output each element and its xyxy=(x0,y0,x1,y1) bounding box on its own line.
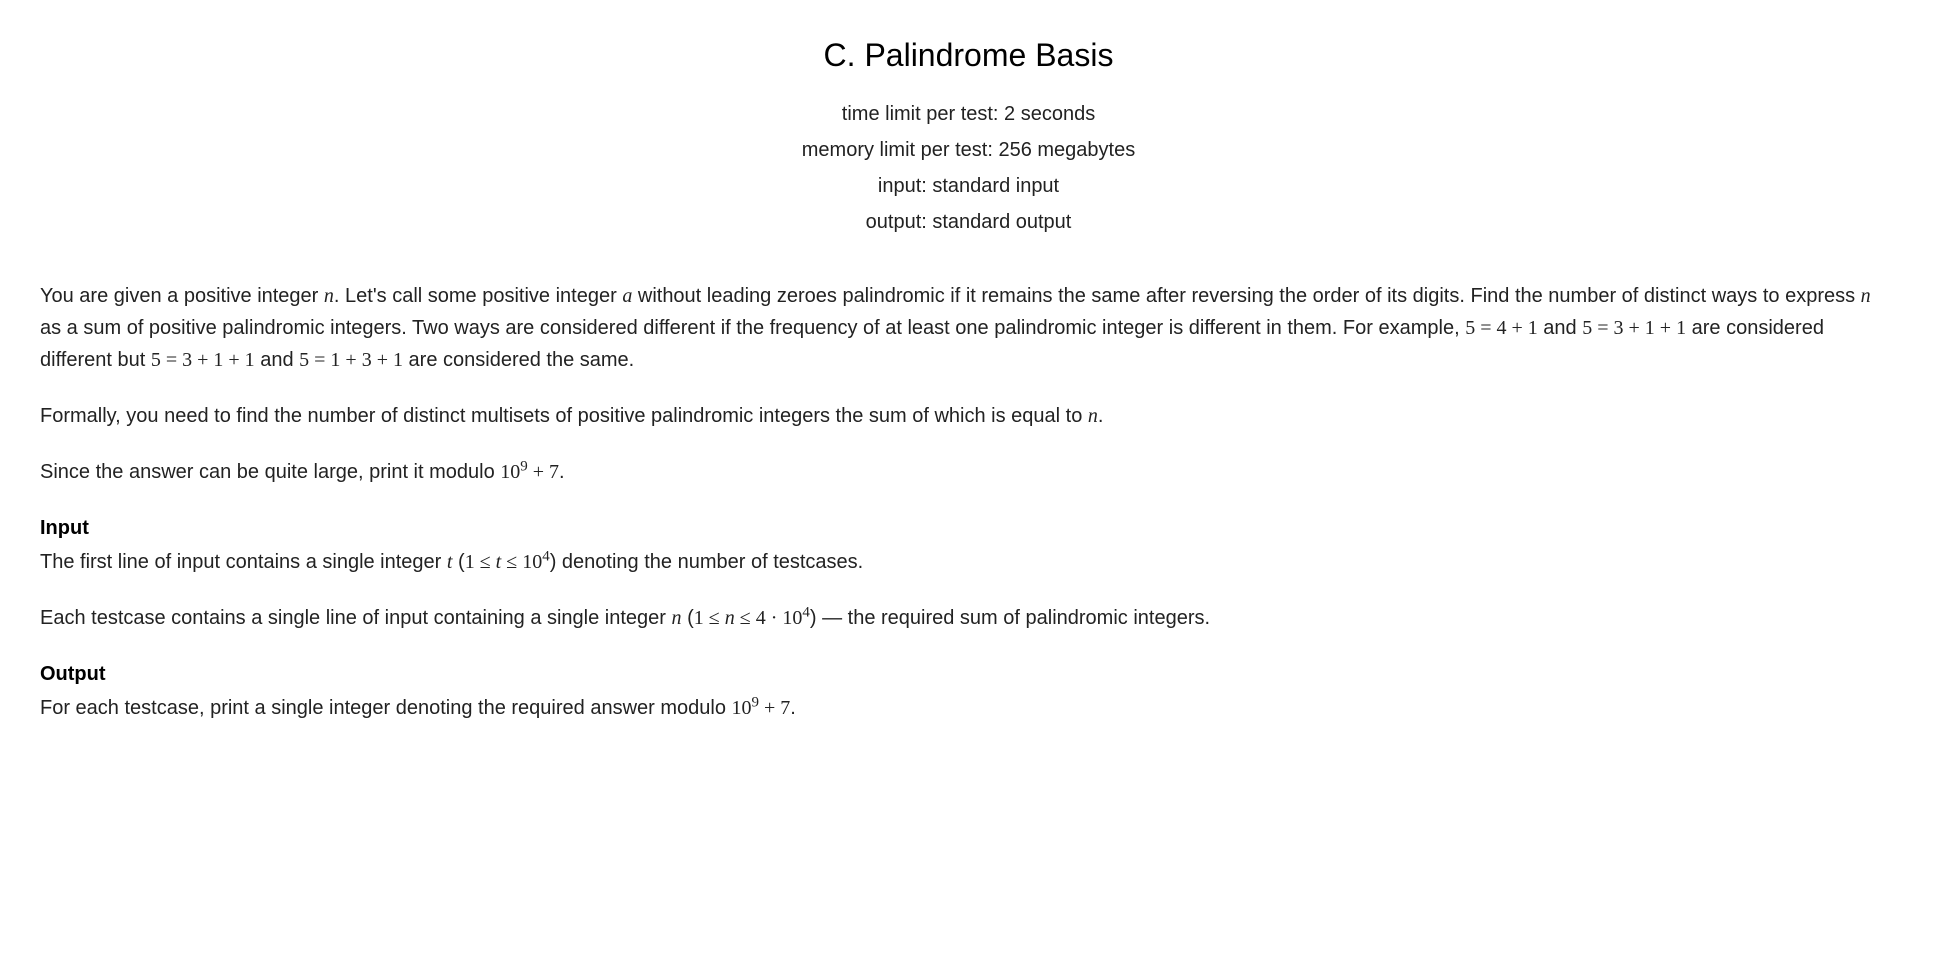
range-a: 1 ≤ xyxy=(694,607,725,629)
output-paragraph-1: For each testcase, print a single intege… xyxy=(40,692,1897,724)
text: are considered the same. xyxy=(403,349,634,371)
text: . xyxy=(790,697,796,719)
memory-limit: memory limit per test: 256 megabytes xyxy=(40,132,1897,168)
math-eq: 5 = 3 + 1 + 1 xyxy=(1582,317,1686,339)
paragraph-1: You are given a positive integer n. Let'… xyxy=(40,280,1897,376)
output-spec: output: standard output xyxy=(40,204,1897,240)
text: Each testcase contains a single line of … xyxy=(40,607,672,629)
text: You are given a positive integer xyxy=(40,285,324,307)
range-b: ≤ 4 · 10 xyxy=(735,607,803,629)
text: and xyxy=(255,349,299,371)
problem-header: C. Palindrome Basis time limit per test:… xyxy=(40,30,1897,240)
math-eq: 5 = 4 + 1 xyxy=(1465,317,1538,339)
text: without leading zeroes palindromic if it… xyxy=(632,285,1860,307)
paragraph-2: Formally, you need to find the number of… xyxy=(40,400,1897,432)
mod-exp: 9 xyxy=(520,459,528,475)
math-range: 1 ≤ t ≤ 104 xyxy=(465,551,550,573)
math-eq: 5 = 3 + 1 + 1 xyxy=(151,349,255,371)
math-range: 1 ≤ n ≤ 4 · 104 xyxy=(694,607,810,629)
math-var-n: n xyxy=(324,285,334,307)
problem-title: C. Palindrome Basis xyxy=(40,30,1897,81)
input-spec: input: standard input xyxy=(40,168,1897,204)
text: Since the answer can be quite large, pri… xyxy=(40,461,500,483)
math-var-a: a xyxy=(622,285,632,307)
text: Formally, you need to find the number of… xyxy=(40,405,1088,427)
text: and xyxy=(1538,317,1582,339)
math-eq: 5 = 1 + 3 + 1 xyxy=(299,349,403,371)
mod-exp: 9 xyxy=(752,695,760,711)
math-mod: 109 + 7 xyxy=(732,697,791,719)
text: as a sum of positive palindromic integer… xyxy=(40,317,1465,339)
text: ( xyxy=(452,551,464,573)
text: . xyxy=(559,461,565,483)
output-section-title: Output xyxy=(40,658,1897,690)
problem-statement: You are given a positive integer n. Let'… xyxy=(40,280,1897,724)
time-limit: time limit per test: 2 seconds xyxy=(40,96,1897,132)
text: ) — the required sum of palindromic inte… xyxy=(810,607,1210,629)
range-var: n xyxy=(725,607,735,629)
text: . xyxy=(1098,405,1104,427)
math-var-n: n xyxy=(672,607,682,629)
input-paragraph-1: The first line of input contains a singl… xyxy=(40,546,1897,578)
mod-base: 10 xyxy=(500,461,520,483)
mod-tail: + 7 xyxy=(759,697,790,719)
text: For each testcase, print a single intege… xyxy=(40,697,732,719)
text: ) denoting the number of testcases. xyxy=(550,551,864,573)
math-var-n: n xyxy=(1088,405,1098,427)
text: ( xyxy=(682,607,694,629)
range-exp: 4 xyxy=(802,605,810,621)
range-a: 1 ≤ xyxy=(465,551,496,573)
input-paragraph-2: Each testcase contains a single line of … xyxy=(40,602,1897,634)
range-exp: 4 xyxy=(542,549,550,565)
math-var-n: n xyxy=(1861,285,1871,307)
mod-base: 10 xyxy=(732,697,752,719)
math-mod: 109 + 7 xyxy=(500,461,559,483)
text: The first line of input contains a singl… xyxy=(40,551,447,573)
paragraph-3: Since the answer can be quite large, pri… xyxy=(40,456,1897,488)
range-b: ≤ 10 xyxy=(501,551,542,573)
input-section-title: Input xyxy=(40,512,1897,544)
mod-tail: + 7 xyxy=(528,461,559,483)
text: . Let's call some positive integer xyxy=(334,285,622,307)
